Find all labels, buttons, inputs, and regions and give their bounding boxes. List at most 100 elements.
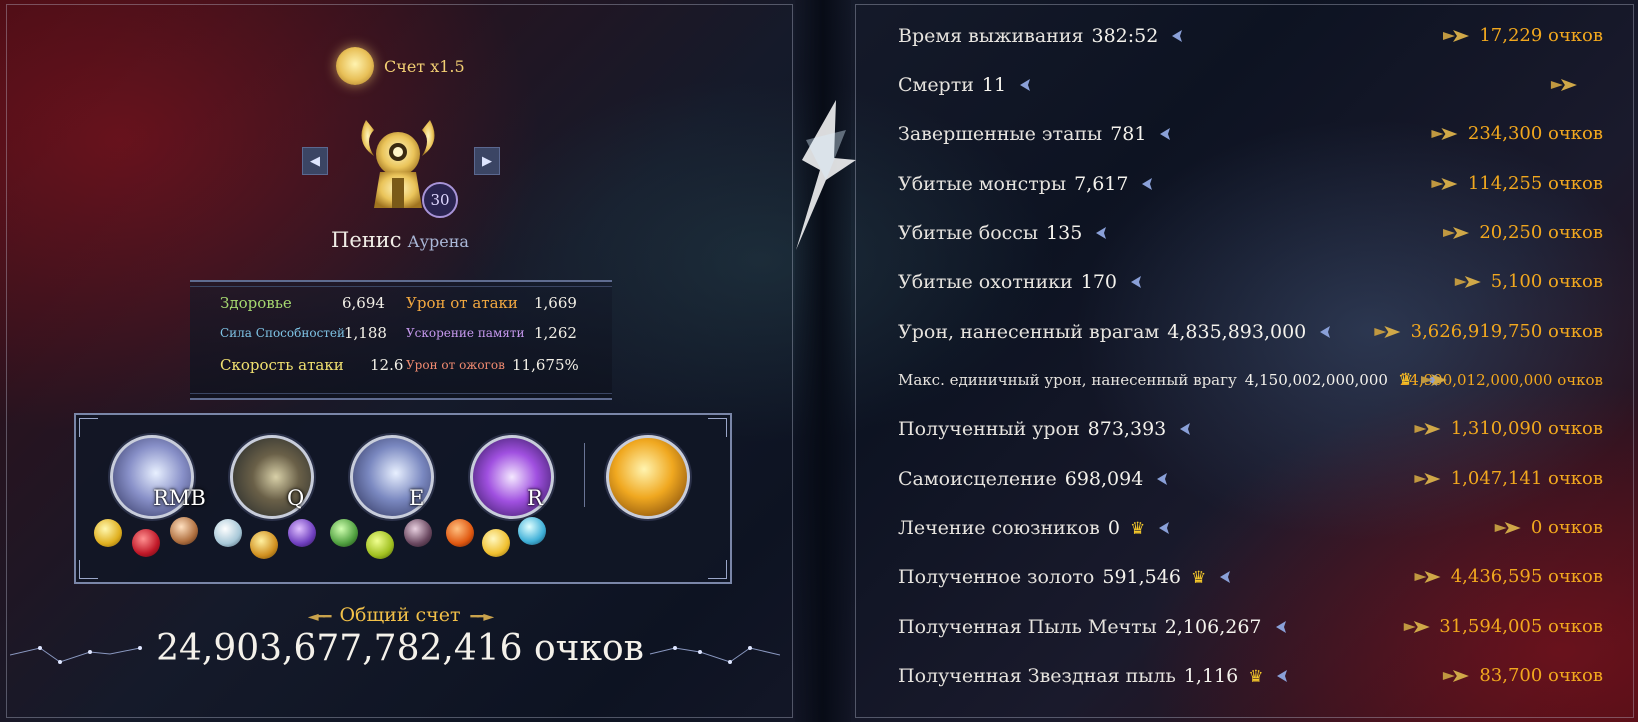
stat-burn-damage-value: 11,675% [512,356,579,374]
breakdown-label-text: Убитые монстры [898,173,1067,195]
connector-arrow-icon [1180,423,1441,435]
stat-memory-haste-label: Ускорение памяти [406,326,525,340]
hero-title: Пенис Аурена [0,228,800,252]
constellation-ornament-left [10,646,142,664]
hero-stats-panel: Здоровье 6,694 Урон от атаки 1,669 Сила … [190,280,612,400]
stat-attack-speed-label: Скорость атаки [220,356,344,374]
green-gem-icon[interactable] [366,531,394,559]
stat-memory-haste-value: 1,262 [534,324,577,342]
connector-arrow-icon [1142,178,1458,190]
breakdown-points: 5,100 очков [1490,271,1603,292]
breakdown-points: 17,229 очков [1479,25,1603,46]
skill-e-key: E [409,486,425,510]
breakdown-value: 0 [1107,517,1120,539]
stat-ability-power-value: 1,188 [344,324,387,342]
stat-attack-damage-label: Урон от атаки [406,294,518,312]
previous-hero-button[interactable]: ◀ [302,147,328,175]
breakdown-value: 4,150,002,000,000 [1244,371,1388,389]
breakdown-points: 83,700 очков [1479,665,1603,686]
skill-q-triple-spear-icon[interactable]: Q [230,435,314,519]
breakdown-row: Убитые монстры 7,617 114,255 очков [898,166,1603,202]
skill-separator [584,443,585,507]
golden-cross-icon[interactable] [250,531,278,559]
skills-panel: RMB Q E R [74,413,732,584]
breakdown-label: Полученный урон 873,393 [898,411,1166,447]
corner-ornament [708,560,727,579]
breakdown-label: Полученное золото 591,546 ♛ [898,559,1206,596]
connector-arrow-icon [1157,473,1441,485]
breakdown-row: Убитые боссы 135 20,250 очков [898,215,1603,251]
purple-crystal-icon[interactable] [288,519,316,547]
connector-arrow-icon [1220,571,1441,583]
breakdown-points: 3,626,919,750 очков [1410,321,1603,342]
breakdown-label: Смерти 11 [898,67,1006,103]
breakdown-label: Убитые боссы 135 [898,215,1082,251]
breakdown-label-text: Полученная Пыль Мечты [898,616,1157,638]
fire-swirl-icon[interactable] [446,519,474,547]
breakdown-value: 591,546 [1102,566,1181,588]
skill-golden-claw-icon[interactable] [606,435,690,519]
breakdown-points: 114,255 очков [1467,173,1603,194]
breakdown-label: Завершенные этапы 781 [898,116,1146,152]
connector-arrow-icon [1159,522,1521,534]
breakdown-label-text: Урон, нанесенный врагам [898,321,1160,343]
breakdown-row: Убитые охотники 170 5,100 очков [898,264,1603,300]
breakdown-label-text: Макс. единичный урон, нанесенный врагу [898,371,1237,389]
dark-orb-icon[interactable] [404,519,432,547]
skill-e-wing-dash-icon[interactable]: E [350,435,434,519]
breakdown-row: Полученное золото 591,546 ♛ 4,436,595 очков [898,559,1603,595]
breakdown-points: 0 очков [1530,517,1603,538]
stat-attack-damage-value: 1,669 [534,294,577,312]
breakdown-row: Урон, нанесенный врагам 4,835,893,000 3,62… [898,314,1603,350]
yellow-crystal-icon[interactable] [94,519,122,547]
next-hero-button[interactable]: ▶ [474,147,500,175]
corner-ornament [79,560,98,579]
stat-burn-damage-label: Урон от ожогов [406,358,505,372]
breakdown-points: 20,250 очков [1479,222,1603,243]
connector-arrow-icon [1421,374,1448,386]
breakdown-label-text: Время выживания [898,25,1084,47]
corner-ornament [79,418,98,437]
crown-icon: ♛ [1190,568,1207,588]
hero-level-badge: 30 [422,182,458,218]
total-score-title: ◄━━ Общий счет ━━► [0,604,800,626]
connector-arrow-icon [1020,79,1577,91]
breakdown-label: Полученная Звездная пыль 1,116 ♛ [898,658,1263,695]
blue-crystal-icon[interactable] [518,517,546,545]
connector-arrow-icon [1277,670,1470,682]
crown-icon: ♛ [1129,519,1146,539]
skill-rmb-wing-slash-icon[interactable]: RMB [110,435,206,519]
breakdown-label: Полученная Пыль Мечты 2,106,267 [898,609,1262,645]
red-gem-icon[interactable] [132,529,160,557]
breakdown-row: Самоисцеление 698,094 1,047,141 очков [898,461,1603,497]
corner-ornament [708,418,727,437]
diamond-icon[interactable] [214,519,242,547]
breakdown-points: 4,436,595 очков [1450,566,1603,587]
gold-nugget-icon[interactable] [482,529,510,557]
stat-ability-power: Сила Способностей 1,188 [220,324,387,342]
breakdown-row: Время выживания 382:52 17,229 очков [898,18,1603,54]
left-ornament-arrow-icon: ◄━━ [307,609,332,625]
bronze-orb-icon[interactable] [170,517,198,545]
breakdown-value: 382:52 [1091,25,1159,47]
breakdown-value: 11 [981,74,1007,96]
green-feather-icon[interactable] [330,519,358,547]
breakdown-label: Урон, нанесенный врагам 4,835,893,000 [898,314,1306,350]
breakdown-label-text: Убитые охотники [898,271,1073,293]
stat-health-value: 6,694 [342,294,385,312]
breakdown-label: Убитые охотники 170 [898,264,1117,300]
stat-attack-speed: Скорость атаки 12.6 [220,356,403,374]
connector-arrow-icon [1160,128,1458,140]
skill-rmb-key: RMB [153,486,206,510]
breakdown-value: 7,617 [1074,173,1129,195]
breakdown-label-text: Завершенные этапы [898,123,1103,145]
breakdown-label-text: Самоисцеление [898,468,1057,490]
breakdown-row: Завершенные этапы 781 234,300 очков [898,116,1603,152]
skill-r-lightning-strike-icon[interactable]: R [470,435,554,519]
score-multiplier: Счет x1.5 [336,46,465,86]
stat-attack-speed-value: 12.6 [370,356,404,374]
breakdown-value: 170 [1080,271,1117,293]
breakdown-points: 1,047,141 очков [1450,468,1603,489]
breakdown-value: 698,094 [1064,468,1144,490]
breakdown-label: Макс. единичный урон, нанесенный врагу 4,… [898,362,1413,398]
